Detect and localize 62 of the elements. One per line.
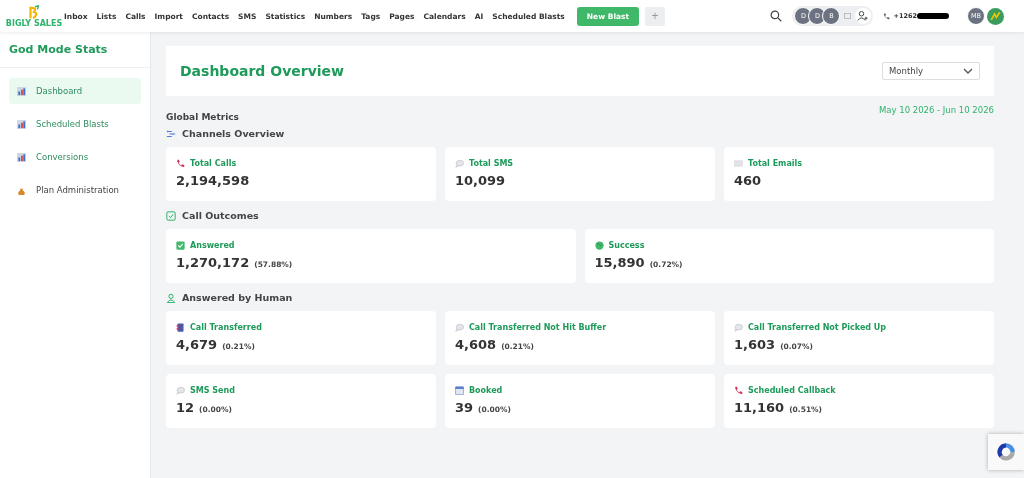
metric-label: Total Emails [748,159,803,168]
date-range: May 10 2026 - Jun 10 2026 [878,105,994,115]
metric-label: Call Transferred [190,323,262,332]
brand-name: BIGLY SALES [5,18,63,28]
metric-label: SMS Send [190,386,235,395]
sidebar-item[interactable]: Scheduled Blasts [9,111,141,137]
section-label: Global Metrics [166,112,239,122]
globe-icon [594,241,604,250]
metric-label: Total Calls [190,159,237,168]
metric-label: Booked [469,386,503,395]
metric-value: 1,603 [734,337,776,352]
metric-value: 1,270,172 [176,255,250,270]
page-title: Dashboard Overview [180,63,345,79]
search-icon[interactable] [770,10,783,22]
speech-bubble-icon [455,159,464,168]
section-title: Call Outcomes [182,210,259,221]
channels-icon [166,128,176,139]
phone-icon [176,159,185,168]
mail-icon [844,13,852,19]
speech-bubble-icon [176,386,185,395]
calendar-icon [455,386,464,395]
book-icon [176,323,185,332]
metric-value: 4,679 [176,337,218,352]
add-user-icon [857,10,870,22]
period-select[interactable]: Monthly [882,62,980,80]
envelope-icon [734,159,743,168]
metric-label: Call Transferred Not Hit Buffer [469,323,607,332]
check-box-icon [176,241,185,250]
sidebar-title: God Mode Stats [0,32,150,68]
section-title: Channels Overview [182,128,285,139]
recaptcha-icon [995,441,1017,463]
person-icon [166,292,176,303]
metric-value: 39 [455,400,474,415]
recaptcha-badge[interactable] [988,434,1024,470]
phone-icon [883,12,891,20]
bar-chart-icon [17,119,26,129]
redaction-mark [917,13,949,19]
section-title: Answered by Human [182,292,293,303]
metric-label: Total SMS [469,159,514,168]
sidebar-item[interactable]: Plan Administration [9,177,141,203]
metric-label: Success [608,241,645,250]
metric-label: Scheduled Callback [748,386,836,395]
add-user-button[interactable] [855,8,872,24]
metric-label: Call Transferred Not Picked Up [748,323,887,332]
metric-value: 2,194,598 [176,173,250,188]
metric-value: 460 [734,173,762,188]
bar-chart-icon [17,152,26,162]
speech-bubble-icon [734,323,743,332]
metric-label: Answered [190,241,235,250]
sidebar-item[interactable]: Conversions [9,144,141,170]
sidebar-item[interactable]: Dashboard [9,78,141,104]
checkbox-icon [166,210,176,221]
chevron-down-icon [963,68,973,74]
logo-avatar-icon[interactable] [987,7,1004,25]
metric-value: 15,890 [594,255,645,270]
metric-value: 11,160 [734,400,785,415]
phone-icon [734,386,743,395]
metric-value: 10,099 [455,173,506,188]
metric-value: 12 [176,400,195,415]
metric-value: 4,608 [455,337,497,352]
bar-chart-icon [17,86,26,96]
speech-bubble-icon [455,323,464,332]
